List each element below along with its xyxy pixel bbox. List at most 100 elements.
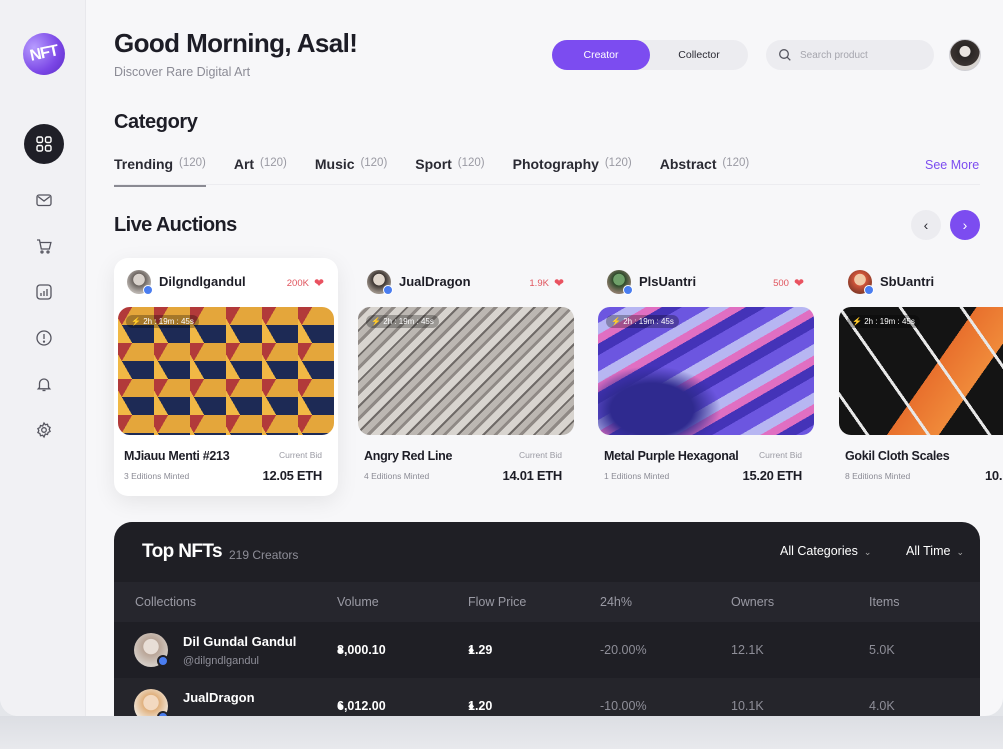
user-avatar[interactable] xyxy=(949,39,981,71)
carousel-next-button[interactable]: › xyxy=(950,210,980,240)
nft-artwork[interactable]: ⚡ 2h : 19m : 45s xyxy=(839,307,1003,435)
nft-logo[interactable]: NFT xyxy=(19,29,69,79)
current-bid-value: 15.20 ETH xyxy=(742,468,803,483)
sidebar-item-info[interactable] xyxy=(24,318,64,358)
auction-timer: ⚡ 2h : 19m : 45s xyxy=(847,315,920,328)
bell-icon xyxy=(36,378,52,392)
editions-minted: 4 Editions Minted xyxy=(364,471,430,481)
like-count[interactable]: 1.9K ❤ xyxy=(529,276,564,290)
auction-card[interactable]: SbUantri ⚡ 2h : 19m : 45s Gokil Cloth Sc… xyxy=(835,258,1003,496)
nft-name: Gokil Cloth Scales xyxy=(845,449,950,463)
verified-badge-icon xyxy=(157,655,169,667)
auction-timer: ⚡ 2h : 19m : 45s xyxy=(126,315,199,328)
nft-name: Metal Purple Hexagonal xyxy=(604,449,739,463)
like-count[interactable]: 500 ❤ xyxy=(773,276,804,290)
verified-badge-icon xyxy=(864,285,874,295)
tabs-divider xyxy=(114,184,980,185)
change-cell: -20.00% xyxy=(600,643,647,657)
editions-minted: 1 Editions Minted xyxy=(604,471,670,481)
chart-icon xyxy=(36,284,52,300)
owners-cell: 10.1K xyxy=(731,699,764,713)
sidebar-item-analytics[interactable] xyxy=(24,272,64,312)
category-tabs: Trending (120) Art (120) Music (120) Spo… xyxy=(114,156,777,187)
table-header: Collections Volume Flow Price 24h% Owner… xyxy=(114,582,980,622)
live-auctions-heading: Live Auctions xyxy=(114,214,237,236)
owner-name: Dilgndlgandul xyxy=(159,274,246,289)
current-bid-value: 14.01 ETH xyxy=(502,468,563,483)
like-count[interactable]: 200K ❤ xyxy=(287,276,324,290)
time-filter-dropdown[interactable]: All Time ⌄ xyxy=(906,544,964,558)
auction-card[interactable]: Dilgndlgandul 200K ❤ ⚡ 2h : 19m : 45s MJi… xyxy=(114,258,338,496)
sidebar-item-dashboard[interactable] xyxy=(24,124,64,164)
page-subtitle: Discover Rare Digital Art xyxy=(114,65,251,79)
current-bid-label: Current Bid xyxy=(519,450,562,460)
tab-music[interactable]: Music (120) xyxy=(315,156,387,186)
creator-toggle-option[interactable]: Creator xyxy=(552,40,650,70)
role-toggle: Creator Collector xyxy=(552,40,748,70)
sidebar-item-settings[interactable] xyxy=(24,410,64,450)
mail-icon xyxy=(36,194,52,207)
nft-artwork[interactable]: ⚡ 2h : 19m : 45s xyxy=(358,307,574,435)
collection-name: Dil Gundal Gandul xyxy=(183,634,297,649)
app-window: NFT Good Morning, Asal! Discover Rare Di… xyxy=(0,0,1003,716)
tab-count: (120) xyxy=(260,157,287,169)
like-count-value: 1.9K xyxy=(529,277,549,289)
see-more-link[interactable]: See More xyxy=(925,158,979,172)
owners-cell: 12.1K xyxy=(731,643,764,657)
carousel-prev-button[interactable]: ‹ xyxy=(911,210,941,240)
column-header[interactable]: 24h% xyxy=(600,595,632,609)
current-bid-label: Current Bid xyxy=(279,450,322,460)
items-cell: 5.0K xyxy=(869,643,895,657)
change-cell: -10.00% xyxy=(600,699,647,713)
chevron-down-icon: ⌄ xyxy=(956,547,964,557)
table-row[interactable]: JualDragon ♦ 6,012.00 ♦ 1.20 -10.00% 10.1K… xyxy=(114,678,980,716)
sidebar-item-messages[interactable] xyxy=(24,180,64,220)
current-bid-value: 10. xyxy=(985,468,1003,483)
tab-label: Music xyxy=(314,156,355,172)
tab-label: Abstract xyxy=(659,156,717,172)
nft-name: Angry Red Line xyxy=(364,449,453,463)
tab-photography[interactable]: Photography (120) xyxy=(513,156,632,186)
owner-name: JualDragon xyxy=(399,274,471,289)
search-bar[interactable] xyxy=(766,40,934,70)
nft-artwork[interactable]: ⚡ 2h : 19m : 45s xyxy=(598,307,814,435)
timer-value: 2h : 19m : 45s xyxy=(864,317,915,326)
chevron-right-icon: › xyxy=(962,217,968,233)
column-header[interactable]: Collections xyxy=(135,595,196,609)
column-header[interactable]: Flow Price xyxy=(468,595,526,609)
background-strip xyxy=(0,716,1003,749)
creators-count: 219 Creators xyxy=(229,548,299,562)
tab-count: (120) xyxy=(604,157,632,169)
floor-price-value: 1.20 xyxy=(468,699,493,713)
column-header[interactable]: Items xyxy=(869,595,900,609)
current-bid-label: Current Bid xyxy=(759,450,802,460)
top-nfts-heading: Top NFTs xyxy=(142,541,223,562)
info-icon xyxy=(36,330,52,346)
top-nfts-panel: Top NFTs 219 Creators All Categories ⌄ Al… xyxy=(114,522,980,716)
volume-value: 8,000.10 xyxy=(337,643,386,657)
current-bid-value: 12.05 ETH xyxy=(262,468,323,483)
auction-card[interactable]: JualDragon 1.9K ❤ ⚡ 2h : 19m : 45s Angry … xyxy=(354,258,578,496)
search-input[interactable] xyxy=(800,49,920,61)
verified-badge-icon xyxy=(143,285,153,295)
tab-abstract[interactable]: Abstract (120) xyxy=(660,156,750,186)
auction-card[interactable]: PlsUantri 500 ❤ ⚡ 2h : 19m : 45s Metal Pu… xyxy=(594,258,818,496)
category-filter-dropdown[interactable]: All Categories ⌄ xyxy=(780,544,871,558)
verified-badge-icon xyxy=(623,285,633,295)
column-header[interactable]: Owners xyxy=(731,595,774,609)
editions-minted: 8 Editions Minted xyxy=(845,471,911,481)
auction-timer: ⚡ 2h : 19m : 45s xyxy=(366,315,439,328)
tab-trending[interactable]: Trending (120) xyxy=(114,156,206,187)
tab-art[interactable]: Art (120) xyxy=(234,156,287,186)
sidebar-item-cart[interactable] xyxy=(24,226,64,266)
heart-icon: ❤ xyxy=(313,276,324,290)
tab-sport[interactable]: Sport (120) xyxy=(415,156,484,186)
floor-price-value: 1.29 xyxy=(468,643,493,657)
collector-toggle-option[interactable]: Collector xyxy=(650,40,748,70)
sidebar-item-notifications[interactable] xyxy=(24,364,64,404)
tab-count: (120) xyxy=(722,157,750,169)
nft-artwork[interactable]: ⚡ 2h : 19m : 45s xyxy=(118,307,334,435)
volume-value: 6,012.00 xyxy=(337,699,386,713)
column-header[interactable]: Volume xyxy=(337,595,379,609)
table-row[interactable]: Dil Gundal Gandul @dilgndlgandul ♦ 8,000.… xyxy=(114,622,980,678)
